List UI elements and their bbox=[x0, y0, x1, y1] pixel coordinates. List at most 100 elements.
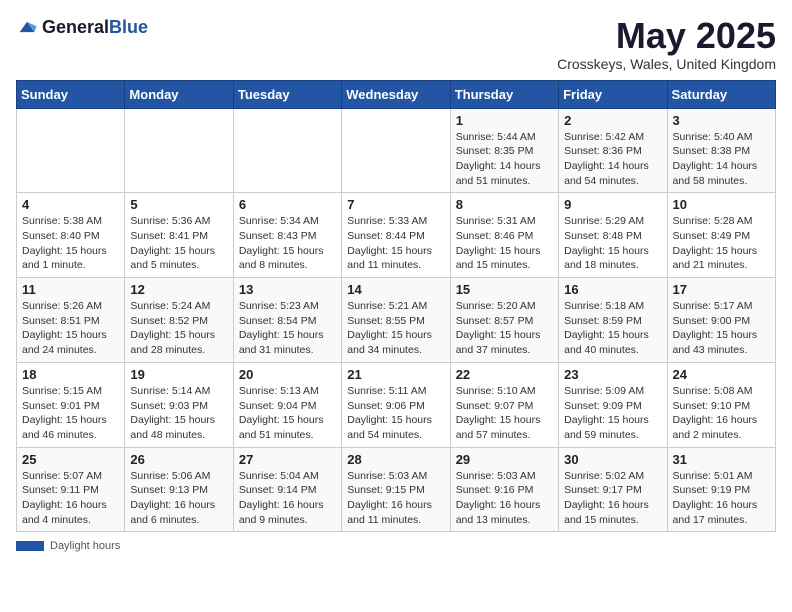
calendar-cell: 7 Sunrise: 5:33 AM Sunset: 8:44 PM Daylig… bbox=[342, 193, 450, 278]
calendar-cell: 13 Sunrise: 5:23 AM Sunset: 8:54 PM Dayli… bbox=[233, 278, 341, 363]
weekday-header-monday: Monday bbox=[125, 80, 233, 108]
calendar-cell: 1 Sunrise: 5:44 AM Sunset: 8:35 PM Daylig… bbox=[450, 108, 558, 193]
calendar-cell: 15 Sunrise: 5:20 AM Sunset: 8:57 PM Dayli… bbox=[450, 278, 558, 363]
day-number: 18 bbox=[22, 367, 119, 382]
day-info: Sunrise: 5:17 AM Sunset: 9:00 PM Dayligh… bbox=[673, 299, 770, 358]
footer-label: Daylight hours bbox=[50, 540, 120, 552]
day-number: 28 bbox=[347, 452, 444, 467]
day-number: 14 bbox=[347, 282, 444, 297]
calendar-cell: 29Sunrise: 5:03 AM Sunset: 9:16 PM Dayli… bbox=[450, 447, 558, 532]
calendar-cell: 12 Sunrise: 5:24 AM Sunset: 8:52 PM Dayli… bbox=[125, 278, 233, 363]
calendar-table: SundayMondayTuesdayWednesdayThursdayFrid… bbox=[16, 80, 776, 533]
day-number: 26 bbox=[130, 452, 227, 467]
day-number: 10 bbox=[673, 197, 770, 212]
day-info: Sunrise: 5:09 AM Sunset: 9:09 PM Dayligh… bbox=[564, 384, 661, 443]
day-number: 7 bbox=[347, 197, 444, 212]
calendar-cell: 31Sunrise: 5:01 AM Sunset: 9:19 PM Dayli… bbox=[667, 447, 775, 532]
day-info: Sunrise: 5:14 AM Sunset: 9:03 PM Dayligh… bbox=[130, 384, 227, 443]
calendar-cell: 23Sunrise: 5:09 AM Sunset: 9:09 PM Dayli… bbox=[559, 362, 667, 447]
day-number: 8 bbox=[456, 197, 553, 212]
logo-icon bbox=[16, 16, 38, 38]
day-info: Sunrise: 5:07 AM Sunset: 9:11 PM Dayligh… bbox=[22, 469, 119, 528]
day-info: Sunrise: 5:20 AM Sunset: 8:57 PM Dayligh… bbox=[456, 299, 553, 358]
calendar-cell: 4 Sunrise: 5:38 AM Sunset: 8:40 PM Daylig… bbox=[17, 193, 125, 278]
day-info: Sunrise: 5:06 AM Sunset: 9:13 PM Dayligh… bbox=[130, 469, 227, 528]
day-info: Sunrise: 5:02 AM Sunset: 9:17 PM Dayligh… bbox=[564, 469, 661, 528]
calendar-cell: 2 Sunrise: 5:42 AM Sunset: 8:36 PM Daylig… bbox=[559, 108, 667, 193]
day-info: Sunrise: 5:03 AM Sunset: 9:16 PM Dayligh… bbox=[456, 469, 553, 528]
calendar-cell bbox=[125, 108, 233, 193]
calendar-cell: 6Sunrise: 5:34 AM Sunset: 8:43 PM Daylig… bbox=[233, 193, 341, 278]
page-header: GeneralBlue May 2025 Crosskeys, Wales, U… bbox=[16, 16, 776, 72]
day-info: Sunrise: 5:44 AM Sunset: 8:35 PM Dayligh… bbox=[456, 130, 553, 189]
day-number: 1 bbox=[456, 113, 553, 128]
calendar-cell: 25 Sunrise: 5:07 AM Sunset: 9:11 PM Dayli… bbox=[17, 447, 125, 532]
day-info: Sunrise: 5:29 AM Sunset: 8:48 PM Dayligh… bbox=[564, 214, 661, 273]
calendar-cell: 10 Sunrise: 5:28 AM Sunset: 8:49 PM Dayli… bbox=[667, 193, 775, 278]
day-number: 5 bbox=[130, 197, 227, 212]
day-number: 16 bbox=[564, 282, 661, 297]
calendar-cell: 19 Sunrise: 5:14 AM Sunset: 9:03 PM Dayli… bbox=[125, 362, 233, 447]
day-number: 17 bbox=[673, 282, 770, 297]
month-title: May 2025 bbox=[557, 16, 776, 56]
day-info: Sunrise: 5:21 AM Sunset: 8:55 PM Dayligh… bbox=[347, 299, 444, 358]
day-number: 4 bbox=[22, 197, 119, 212]
calendar-cell: 27 Sunrise: 5:04 AM Sunset: 9:14 PM Dayli… bbox=[233, 447, 341, 532]
weekday-header-friday: Friday bbox=[559, 80, 667, 108]
logo: GeneralBlue bbox=[16, 16, 148, 38]
day-number: 19 bbox=[130, 367, 227, 382]
day-info: Sunrise: 5:18 AM Sunset: 8:59 PM Dayligh… bbox=[564, 299, 661, 358]
day-info: Sunrise: 5:03 AM Sunset: 9:15 PM Dayligh… bbox=[347, 469, 444, 528]
calendar-cell: 28 Sunrise: 5:03 AM Sunset: 9:15 PM Dayli… bbox=[342, 447, 450, 532]
day-info: Sunrise: 5:01 AM Sunset: 9:19 PM Dayligh… bbox=[673, 469, 770, 528]
weekday-header-wednesday: Wednesday bbox=[342, 80, 450, 108]
day-info: Sunrise: 5:04 AM Sunset: 9:14 PM Dayligh… bbox=[239, 469, 336, 528]
calendar-cell: 26 Sunrise: 5:06 AM Sunset: 9:13 PM Dayli… bbox=[125, 447, 233, 532]
day-info: Sunrise: 5:33 AM Sunset: 8:44 PM Dayligh… bbox=[347, 214, 444, 273]
calendar-cell: 21 Sunrise: 5:11 AM Sunset: 9:06 PM Dayli… bbox=[342, 362, 450, 447]
day-number: 9 bbox=[564, 197, 661, 212]
calendar-cell: 11Sunrise: 5:26 AM Sunset: 8:51 PM Dayli… bbox=[17, 278, 125, 363]
day-info: Sunrise: 5:08 AM Sunset: 9:10 PM Dayligh… bbox=[673, 384, 770, 443]
day-number: 11 bbox=[22, 282, 119, 297]
day-number: 30 bbox=[564, 452, 661, 467]
title-block: May 2025 Crosskeys, Wales, United Kingdo… bbox=[557, 16, 776, 72]
day-number: 13 bbox=[239, 282, 336, 297]
weekday-header-sunday: Sunday bbox=[17, 80, 125, 108]
daylight-bar bbox=[16, 541, 44, 551]
day-number: 2 bbox=[564, 113, 661, 128]
calendar-cell: 3Sunrise: 5:40 AM Sunset: 8:38 PM Daylig… bbox=[667, 108, 775, 193]
location: Crosskeys, Wales, United Kingdom bbox=[557, 56, 776, 72]
calendar-cell: 24 Sunrise: 5:08 AM Sunset: 9:10 PM Dayli… bbox=[667, 362, 775, 447]
calendar-cell bbox=[233, 108, 341, 193]
calendar-cell: 5 Sunrise: 5:36 AM Sunset: 8:41 PM Daylig… bbox=[125, 193, 233, 278]
calendar-cell: 20 Sunrise: 5:13 AM Sunset: 9:04 PM Dayli… bbox=[233, 362, 341, 447]
day-number: 22 bbox=[456, 367, 553, 382]
calendar-cell: 18 Sunrise: 5:15 AM Sunset: 9:01 PM Dayli… bbox=[17, 362, 125, 447]
day-info: Sunrise: 5:42 AM Sunset: 8:36 PM Dayligh… bbox=[564, 130, 661, 189]
day-info: Sunrise: 5:40 AM Sunset: 8:38 PM Dayligh… bbox=[673, 130, 770, 189]
day-info: Sunrise: 5:10 AM Sunset: 9:07 PM Dayligh… bbox=[456, 384, 553, 443]
weekday-header-thursday: Thursday bbox=[450, 80, 558, 108]
day-info: Sunrise: 5:11 AM Sunset: 9:06 PM Dayligh… bbox=[347, 384, 444, 443]
day-info: Sunrise: 5:23 AM Sunset: 8:54 PM Dayligh… bbox=[239, 299, 336, 358]
day-info: Sunrise: 5:38 AM Sunset: 8:40 PM Dayligh… bbox=[22, 214, 119, 273]
day-info: Sunrise: 5:15 AM Sunset: 9:01 PM Dayligh… bbox=[22, 384, 119, 443]
weekday-header-tuesday: Tuesday bbox=[233, 80, 341, 108]
calendar-cell: 9 Sunrise: 5:29 AM Sunset: 8:48 PM Daylig… bbox=[559, 193, 667, 278]
day-number: 21 bbox=[347, 367, 444, 382]
day-info: Sunrise: 5:28 AM Sunset: 8:49 PM Dayligh… bbox=[673, 214, 770, 273]
day-info: Sunrise: 5:36 AM Sunset: 8:41 PM Dayligh… bbox=[130, 214, 227, 273]
calendar-cell: 14 Sunrise: 5:21 AM Sunset: 8:55 PM Dayli… bbox=[342, 278, 450, 363]
logo-blue: Blue bbox=[109, 17, 148, 37]
day-number: 20 bbox=[239, 367, 336, 382]
day-number: 12 bbox=[130, 282, 227, 297]
day-number: 25 bbox=[22, 452, 119, 467]
day-number: 15 bbox=[456, 282, 553, 297]
day-number: 24 bbox=[673, 367, 770, 382]
calendar-cell bbox=[17, 108, 125, 193]
logo-general: General bbox=[42, 17, 109, 37]
day-info: Sunrise: 5:24 AM Sunset: 8:52 PM Dayligh… bbox=[130, 299, 227, 358]
day-info: Sunrise: 5:13 AM Sunset: 9:04 PM Dayligh… bbox=[239, 384, 336, 443]
day-number: 27 bbox=[239, 452, 336, 467]
